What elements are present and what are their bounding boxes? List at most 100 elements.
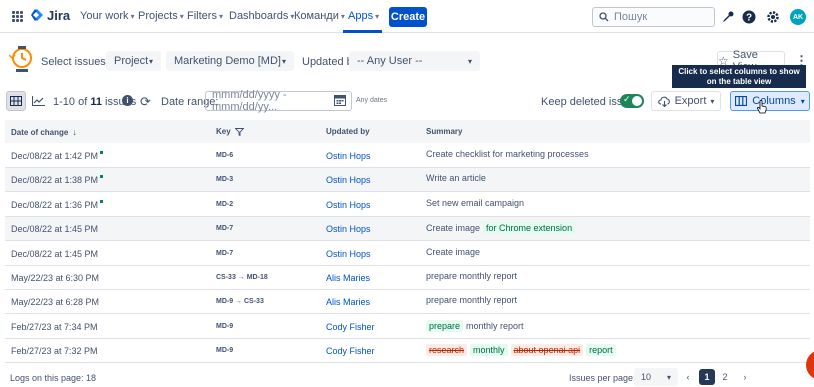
chevron-down-icon: ▾ bbox=[148, 56, 153, 66]
nav-apps[interactable]: Apps ▾ bbox=[348, 10, 379, 22]
chevron-down-icon: ▾ bbox=[375, 11, 380, 21]
column-header-date[interactable]: Date of change ↓ bbox=[11, 127, 77, 137]
nav-apps-label: Apps bbox=[348, 10, 374, 22]
date-text: May/22/23 at 6:30 PM bbox=[11, 273, 100, 283]
column-header-key[interactable]: Key bbox=[216, 127, 244, 136]
summary-text: monthly report bbox=[466, 320, 524, 331]
updated-by-cell[interactable]: Ostin Hops bbox=[326, 249, 371, 259]
table-header bbox=[5, 120, 810, 143]
count-total: 11 bbox=[90, 96, 102, 108]
date-text: Dec/08/22 at 1:42 PM bbox=[11, 151, 99, 161]
summary-text: Set new email campaign bbox=[426, 197, 525, 208]
table-row[interactable]: Dec/08/22 at 1:38 PM MD-3 Ostin Hops Write … bbox=[5, 168, 810, 193]
count-of: of bbox=[78, 96, 88, 108]
added-text: for Chrome extension bbox=[483, 222, 576, 235]
chart-view-button[interactable] bbox=[28, 91, 48, 111]
chevron-down-icon: ▾ bbox=[218, 11, 223, 21]
select-by-dropdown[interactable]: Project ▾ bbox=[106, 51, 161, 71]
nav-dashboards-label: Dashboards bbox=[229, 10, 289, 22]
table-row[interactable]: Dec/08/22 at 1:45 PM MD-7 Ostin Hops Create… bbox=[5, 242, 810, 266]
updated-by-cell[interactable]: Cody Fisher bbox=[326, 346, 375, 356]
nav-your-work[interactable]: Your work ▾ bbox=[80, 10, 135, 22]
select-by-value: Project bbox=[114, 55, 149, 67]
project-dropdown[interactable]: Marketing Demo [MD] ▾ bbox=[166, 51, 294, 71]
table-row[interactable]: Feb/27/23 at 7:34 PM MD-9 Cody Fisher prepa… bbox=[5, 315, 810, 339]
date-range-input[interactable]: mmm/dd/yyyy - mmm/dd/yy... bbox=[205, 89, 352, 113]
summary-text: Write an article bbox=[426, 173, 486, 184]
arrow-down-icon: ↓ bbox=[72, 127, 77, 137]
table-view-button[interactable] bbox=[6, 91, 26, 111]
keep-deleted-toggle[interactable]: ✓ bbox=[620, 94, 644, 108]
summary-text: Create checklist for marketing processes bbox=[426, 149, 589, 159]
settings-gear-icon[interactable] bbox=[765, 9, 781, 25]
date-cell: Dec/08/22 at 1:42 PM bbox=[11, 151, 104, 161]
updated-by-value: -- Any User -- bbox=[357, 55, 423, 67]
calendar-icon[interactable] bbox=[334, 94, 346, 106]
issue-key-cell: MD-6 bbox=[216, 152, 234, 159]
updated-by-cell[interactable]: Alis Maries bbox=[326, 297, 370, 307]
table-row[interactable]: Dec/08/22 at 1:42 PM MD-6 Ostin Hops Create… bbox=[5, 144, 810, 168]
page-2-button[interactable]: 2 bbox=[717, 369, 733, 385]
table-row[interactable]: May/22/23 at 6:30 PM CS-33 → MD-18 Alis Ma… bbox=[5, 266, 810, 290]
summary-cell: Write an article bbox=[426, 173, 486, 183]
date-cell: Feb/27/23 at 7:32 PM bbox=[11, 346, 98, 356]
nav-teams[interactable]: Команди ▾ bbox=[294, 10, 345, 22]
top-navigation: Jira Your work ▾ Projects ▾ Filters ▾ Dashb… bbox=[0, 0, 814, 33]
summary-cell: Create image bbox=[426, 247, 480, 257]
user-avatar[interactable]: AK bbox=[790, 9, 806, 25]
help-icon[interactable]: ? bbox=[741, 9, 757, 25]
updated-by-cell[interactable]: Ostin Hops bbox=[326, 151, 371, 161]
prev-page-button[interactable]: ‹ bbox=[680, 369, 696, 385]
export-button[interactable]: Export ▾ bbox=[651, 91, 721, 111]
chevron-down-icon: ▾ bbox=[800, 96, 805, 106]
jira-logo[interactable]: Jira bbox=[31, 8, 70, 23]
date-cell: Dec/08/22 at 1:45 PM bbox=[11, 224, 98, 234]
summary-cell: prepare monthly report bbox=[426, 271, 517, 281]
summary-text: prepare monthly report bbox=[426, 271, 518, 281]
date-cell: Feb/27/23 at 7:34 PM bbox=[11, 322, 98, 332]
new-change-dot-icon bbox=[100, 199, 104, 203]
search-icon bbox=[599, 12, 609, 22]
issues-per-page-label: Issues per page: bbox=[569, 373, 636, 383]
updated-by-cell[interactable]: Ostin Hops bbox=[326, 200, 371, 210]
issues-per-page-select[interactable]: 10 ▾ bbox=[634, 368, 678, 386]
date-cell: Dec/08/22 at 1:36 PM bbox=[11, 199, 104, 210]
date-cell: Dec/08/22 at 1:38 PM bbox=[11, 175, 104, 185]
column-header-updated-by-label: Updated by bbox=[326, 127, 370, 136]
search-input[interactable]: Пошук bbox=[592, 7, 715, 27]
date-cell: May/22/23 at 6:28 PM bbox=[11, 297, 99, 307]
table-row[interactable]: Dec/08/22 at 1:36 PM MD-2 Ostin Hops Set ne… bbox=[5, 193, 810, 217]
columns-button[interactable]: Columns ▾ bbox=[730, 91, 810, 111]
column-header-summary[interactable]: Summary bbox=[426, 127, 462, 136]
updated-by-cell[interactable]: Ostin Hops bbox=[326, 224, 371, 234]
table-row[interactable]: May/22/23 at 6:28 PM MD-9 → CS-33 Alis Mar… bbox=[5, 290, 810, 315]
notifications-icon[interactable] bbox=[720, 9, 736, 25]
updated-by-cell[interactable]: Cody Fisher bbox=[326, 322, 375, 332]
updated-by-cell[interactable]: Alis Maries bbox=[326, 273, 370, 283]
next-page-button[interactable]: › bbox=[737, 369, 753, 385]
table-row[interactable]: Dec/08/22 at 1:45 PM MD-7 Ostin Hops Create… bbox=[5, 217, 810, 242]
page-1-button[interactable]: 1 bbox=[699, 369, 715, 385]
chevron-down-icon: ▾ bbox=[467, 56, 472, 66]
new-change-dot-icon bbox=[100, 151, 104, 154]
summary-text: Create image bbox=[426, 246, 481, 257]
summary-cell: Set new email campaign bbox=[426, 198, 524, 208]
info-icon[interactable]: i bbox=[122, 95, 133, 106]
refresh-icon[interactable]: ⟳ bbox=[140, 94, 151, 110]
date-cell: Dec/08/22 at 1:45 PM bbox=[11, 249, 98, 259]
updated-by-dropdown[interactable]: -- Any User -- ▾ bbox=[349, 51, 480, 71]
table-row[interactable]: Feb/27/23 at 7:32 PM MD-9 Cody Fisher resea… bbox=[5, 339, 810, 364]
chevron-down-icon: ▾ bbox=[710, 96, 715, 106]
nav-filters[interactable]: Filters ▾ bbox=[187, 10, 223, 22]
app-switcher-icon[interactable] bbox=[12, 11, 23, 22]
search-placeholder: Пошук bbox=[614, 11, 648, 23]
added-text: prepare bbox=[426, 319, 464, 332]
date-text: Dec/08/22 at 1:45 PM bbox=[11, 224, 99, 235]
nav-dashboards[interactable]: Dashboards ▾ bbox=[229, 10, 294, 22]
updated-by-cell[interactable]: Ostin Hops bbox=[326, 175, 371, 185]
create-button[interactable]: Create bbox=[389, 7, 427, 27]
column-header-updated-by[interactable]: Updated by bbox=[326, 127, 370, 136]
nav-projects[interactable]: Projects ▾ bbox=[138, 10, 184, 22]
hand-pointer-cursor-icon bbox=[757, 100, 767, 114]
issue-key-cell: MD-3 bbox=[216, 176, 234, 184]
